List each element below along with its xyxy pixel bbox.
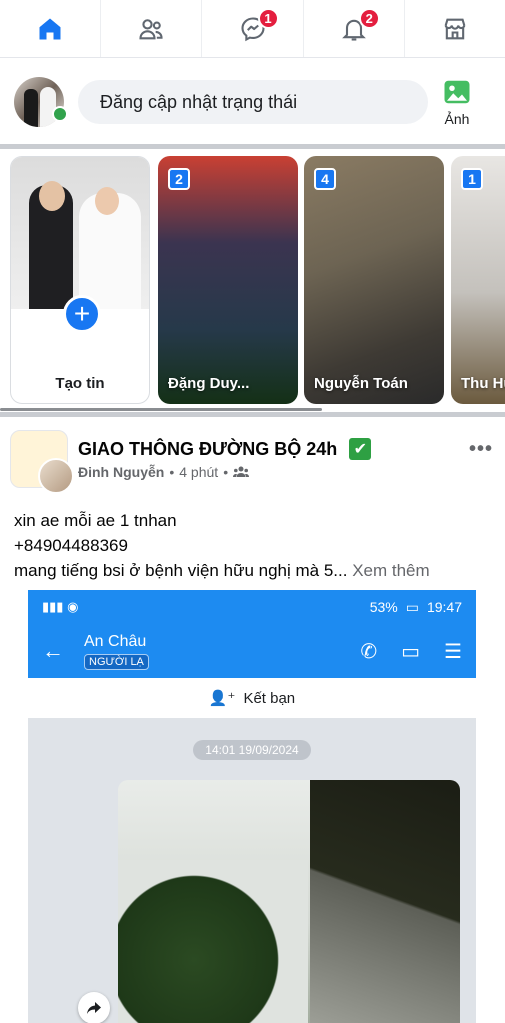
author-avatar[interactable] — [38, 458, 74, 494]
nav-marketplace[interactable] — [405, 0, 505, 57]
image-status-bar: ▮▮▮ ◉ 53% ▭ 19:47 — [28, 590, 476, 624]
story-card[interactable]: 4 Nguyễn Toán — [304, 156, 444, 404]
add-friend-label: Kết bạn — [243, 689, 296, 707]
phone-icon: ✆ — [360, 640, 378, 663]
nav-messenger[interactable]: 1 — [202, 0, 304, 57]
signal-icon: ▮▮▮ ◉ — [42, 599, 79, 614]
store-icon — [444, 18, 466, 39]
stories-scrollbar[interactable] — [0, 408, 322, 411]
meta-separator: • — [223, 464, 229, 480]
photo-button[interactable]: Ảnh — [442, 77, 472, 127]
group-name-text: GIAO THÔNG ĐƯỜNG BỘ 24h — [78, 438, 338, 459]
divider — [0, 144, 505, 149]
friends-icon — [139, 18, 163, 39]
clock: 19:47 — [426, 598, 462, 615]
post-time[interactable]: 4 phút — [179, 464, 218, 480]
nav-friends[interactable] — [101, 0, 203, 57]
contact-tag: NGƯỜI LẠ — [84, 653, 149, 670]
add-friend-icon: 👤⁺ — [208, 690, 236, 707]
notifications-badge: 2 — [358, 8, 380, 29]
chat-contact: An Châu NGƯỜI LẠ — [84, 633, 149, 670]
create-story-card[interactable]: + Tạo tin — [10, 156, 150, 404]
image-chat-header: ← An Châu NGƯỜI LẠ ✆ ▭ ☰ — [28, 624, 476, 678]
video-icon: ▭ — [401, 640, 421, 663]
meta-separator: • — [169, 464, 175, 480]
list-icon: ☰ — [444, 640, 462, 663]
story-name: Nguyễn Toán — [314, 375, 408, 392]
post-header: GIAO THÔNG ĐƯỜNG BỘ 24h ✔ Đinh Nguyễn • … — [0, 420, 505, 500]
story-count-badge: 2 — [168, 168, 190, 190]
post-text-truncated: mang tiếng bsi ở bệnh viện hữu nghị mà 5… — [14, 561, 348, 580]
nav-notifications[interactable]: 2 — [304, 0, 405, 57]
story-count-badge: 4 — [314, 168, 336, 190]
top-navigation: 1 2 — [0, 0, 505, 58]
create-story-cover — [11, 157, 149, 309]
stories-tray: + Tạo tin 2 Đặng Duy... 4 Nguyễn Toán 1 … — [0, 150, 505, 412]
story-count-badge: 1 — [461, 168, 483, 190]
story-name: Thu Hương — [461, 375, 505, 392]
post-text-line: mang tiếng bsi ở bệnh viện hữu nghị mà 5… — [14, 558, 494, 583]
battery-level: 53% — [369, 598, 398, 615]
online-indicator — [52, 106, 68, 122]
photo-label: Ảnh — [444, 111, 470, 127]
home-icon — [39, 18, 61, 39]
image-timestamp: 14:01 19/09/2024 — [193, 740, 311, 760]
share-icon[interactable] — [78, 992, 110, 1023]
contact-name: An Châu — [84, 632, 147, 650]
status-input[interactable]: Đăng cập nhật trạng thái — [78, 80, 428, 124]
battery-icon: ▭ — [405, 598, 419, 615]
create-story-label: Tạo tin — [55, 375, 105, 392]
image-chat-photo — [118, 780, 460, 1023]
group-name[interactable]: GIAO THÔNG ĐƯỜNG BỘ 24h ✔ — [78, 438, 372, 460]
post-text-line: xin ae mỗi ae 1 tnhan — [14, 511, 177, 530]
status-composer: Đăng cập nhật trạng thái Ảnh — [0, 60, 505, 144]
group-audience-icon — [233, 466, 250, 477]
post-text: xin ae mỗi ae 1 tnhan +84904488369 mang … — [14, 508, 494, 583]
post-text-line: +84904488369 — [14, 536, 128, 555]
divider — [0, 412, 505, 417]
more-options-button[interactable]: ••• — [469, 438, 493, 461]
photo-icon — [444, 80, 470, 104]
story-name: Đặng Duy... — [168, 375, 250, 392]
image-add-friend-bar: 👤⁺ Kết bạn — [28, 678, 476, 718]
story-card[interactable]: 1 Thu Hương — [451, 156, 505, 404]
verified-check-icon: ✔ — [349, 438, 372, 460]
story-card[interactable]: 2 Đặng Duy... — [158, 156, 298, 404]
messages-badge: 1 — [257, 8, 279, 29]
post-image[interactable]: ▮▮▮ ◉ 53% ▭ 19:47 ← An Châu NGƯỜI LẠ ✆ ▭… — [28, 590, 476, 1023]
back-arrow-icon: ← — [42, 638, 64, 663]
post-meta: Đinh Nguyễn • 4 phút • — [78, 464, 250, 480]
post-author[interactable]: Đinh Nguyễn — [78, 464, 164, 480]
plus-icon[interactable]: + — [63, 295, 101, 333]
see-more-link[interactable]: Xem thêm — [352, 561, 429, 580]
nav-home[interactable] — [0, 0, 102, 57]
